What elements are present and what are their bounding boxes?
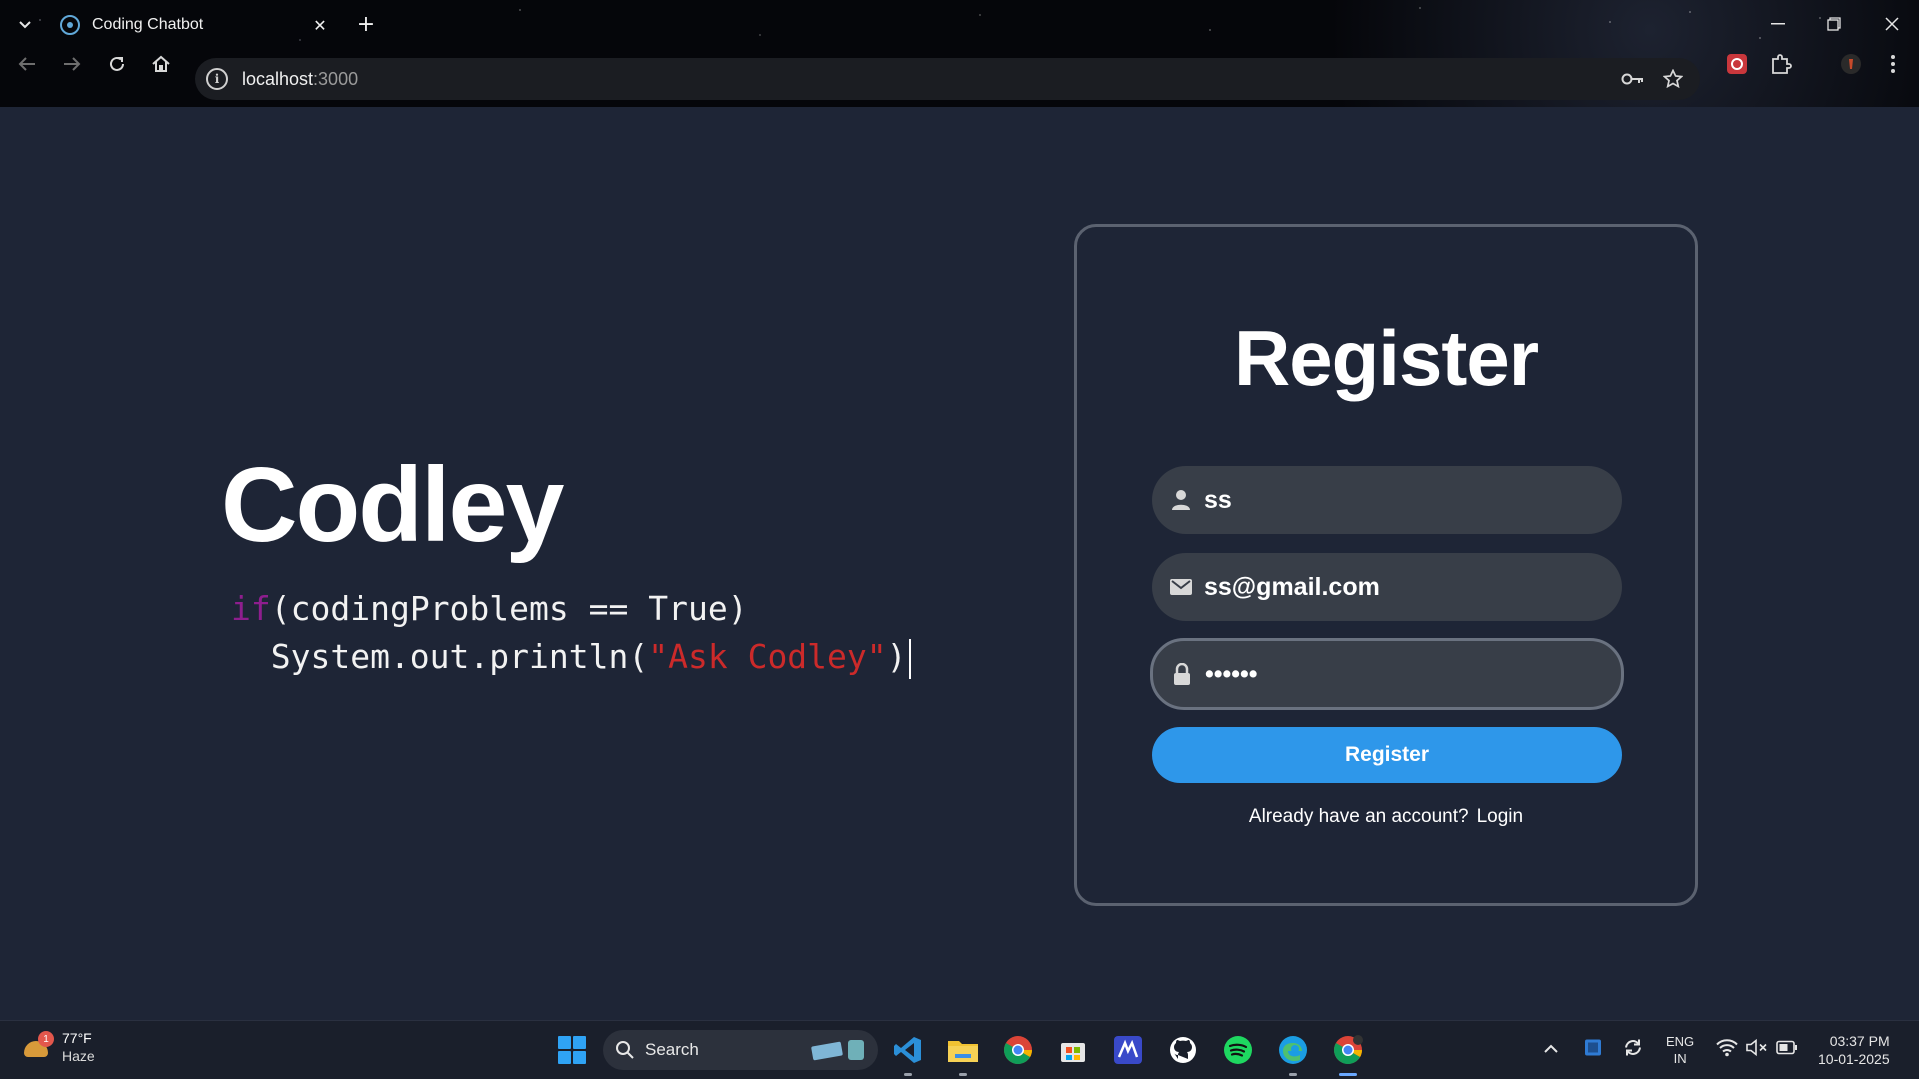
minimize-icon[interactable] xyxy=(1758,8,1798,40)
taskbar: 1 77°F Haze Search ENG IN 03:37 PM 10-01… xyxy=(0,1020,1919,1079)
site-info-icon[interactable]: i xyxy=(206,68,228,90)
extension-icon[interactable] xyxy=(1722,49,1752,79)
forward-icon[interactable] xyxy=(55,49,89,79)
lang-line1: ENG xyxy=(1666,1034,1695,1049)
email-field[interactable] xyxy=(1152,553,1622,621)
login-prompt-text: Already have an account? xyxy=(1248,806,1469,827)
address-bar[interactable]: i localhost:3000 xyxy=(195,58,1700,100)
reload-icon[interactable] xyxy=(100,49,134,79)
windows-start-icon[interactable] xyxy=(552,1030,592,1070)
search-icon xyxy=(616,1041,634,1059)
brand-title: Codley xyxy=(221,446,564,564)
window-close-icon[interactable] xyxy=(1872,8,1912,40)
close-icon[interactable]: ✕ xyxy=(310,16,330,35)
url-text[interactable]: localhost:3000 xyxy=(242,69,358,90)
restore-icon[interactable] xyxy=(1814,8,1854,40)
email-input[interactable] xyxy=(1204,572,1604,602)
username-field[interactable] xyxy=(1152,466,1622,534)
clock-date: 10-01-2025 xyxy=(1818,1051,1890,1067)
code-line1: (codingProblems == True) xyxy=(270,589,748,628)
github-icon[interactable] xyxy=(1163,1030,1203,1070)
login-link[interactable]: Login xyxy=(1477,806,1524,827)
username-input[interactable] xyxy=(1204,485,1604,515)
chrome-icon[interactable] xyxy=(998,1030,1038,1070)
register-card: Register Register Already have an accoun… xyxy=(1074,224,1698,906)
code-line2-suffix: ) xyxy=(886,637,907,676)
menu-icon[interactable] xyxy=(1878,49,1908,79)
profile-icon[interactable] xyxy=(1836,49,1866,79)
file-explorer-icon[interactable] xyxy=(943,1030,983,1076)
react-favicon-icon xyxy=(60,15,80,35)
code-keyword: if xyxy=(231,589,271,628)
tab-title: Coding Chatbot xyxy=(92,16,204,33)
bookmark-star-icon[interactable] xyxy=(1655,58,1691,100)
login-prompt-row: Already have an account? Login xyxy=(1077,806,1695,828)
plus-icon[interactable]: + xyxy=(353,10,379,38)
chrome-active-icon[interactable] xyxy=(1328,1030,1368,1076)
password-key-icon[interactable] xyxy=(1615,58,1651,100)
spotify-icon[interactable] xyxy=(1218,1030,1258,1070)
tray-app-icon[interactable] xyxy=(1583,1038,1603,1063)
lang-line2: IN xyxy=(1673,1051,1687,1066)
weather-condition: Haze xyxy=(62,1048,95,1064)
puzzle-icon[interactable] xyxy=(1766,49,1796,79)
clock[interactable]: 03:37 PM 10-01-2025 xyxy=(1818,1032,1890,1068)
taskbar-search[interactable]: Search xyxy=(603,1030,878,1070)
code-line2-prefix: System.out.println( xyxy=(231,637,649,676)
weather-widget[interactable]: 1 77°F Haze xyxy=(22,1029,95,1065)
search-highlight-icon xyxy=(811,1040,864,1061)
password-input[interactable] xyxy=(1205,659,1605,689)
browser-tab[interactable]: Coding Chatbot ✕ xyxy=(50,8,340,42)
mail-icon xyxy=(1170,576,1192,598)
app-icon[interactable] xyxy=(1108,1030,1148,1070)
lock-icon xyxy=(1171,663,1193,685)
weather-badge: 1 xyxy=(38,1031,54,1047)
browser-chrome: Coding Chatbot ✕ + i localhost:3000 xyxy=(0,0,1919,107)
tab-list-icon[interactable] xyxy=(12,12,38,38)
weather-icon: 1 xyxy=(22,1031,54,1063)
volume-muted-icon[interactable] xyxy=(1746,1038,1768,1062)
code-string: "Ask Codley" xyxy=(648,637,887,676)
home-icon[interactable] xyxy=(144,49,178,79)
password-field[interactable] xyxy=(1150,638,1624,710)
edge-icon[interactable] xyxy=(1273,1030,1313,1076)
register-button[interactable]: Register xyxy=(1152,727,1622,783)
battery-icon[interactable] xyxy=(1776,1040,1798,1060)
chevron-up-icon[interactable] xyxy=(1543,1041,1559,1059)
vscode-icon[interactable] xyxy=(888,1030,928,1076)
wifi-icon[interactable] xyxy=(1716,1039,1738,1062)
sync-icon[interactable] xyxy=(1622,1037,1644,1064)
weather-temp: 77°F xyxy=(62,1030,92,1046)
back-icon[interactable] xyxy=(10,49,44,79)
register-title: Register xyxy=(1233,314,1539,402)
store-icon[interactable] xyxy=(1053,1030,1093,1070)
user-icon xyxy=(1170,489,1192,511)
code-snippet: if(codingProblems == True) System.out.pr… xyxy=(231,585,911,681)
search-label: Search xyxy=(645,1040,699,1059)
typing-caret xyxy=(908,638,911,679)
language-indicator[interactable]: ENG IN xyxy=(1666,1033,1694,1067)
clock-time: 03:37 PM xyxy=(1829,1033,1890,1049)
